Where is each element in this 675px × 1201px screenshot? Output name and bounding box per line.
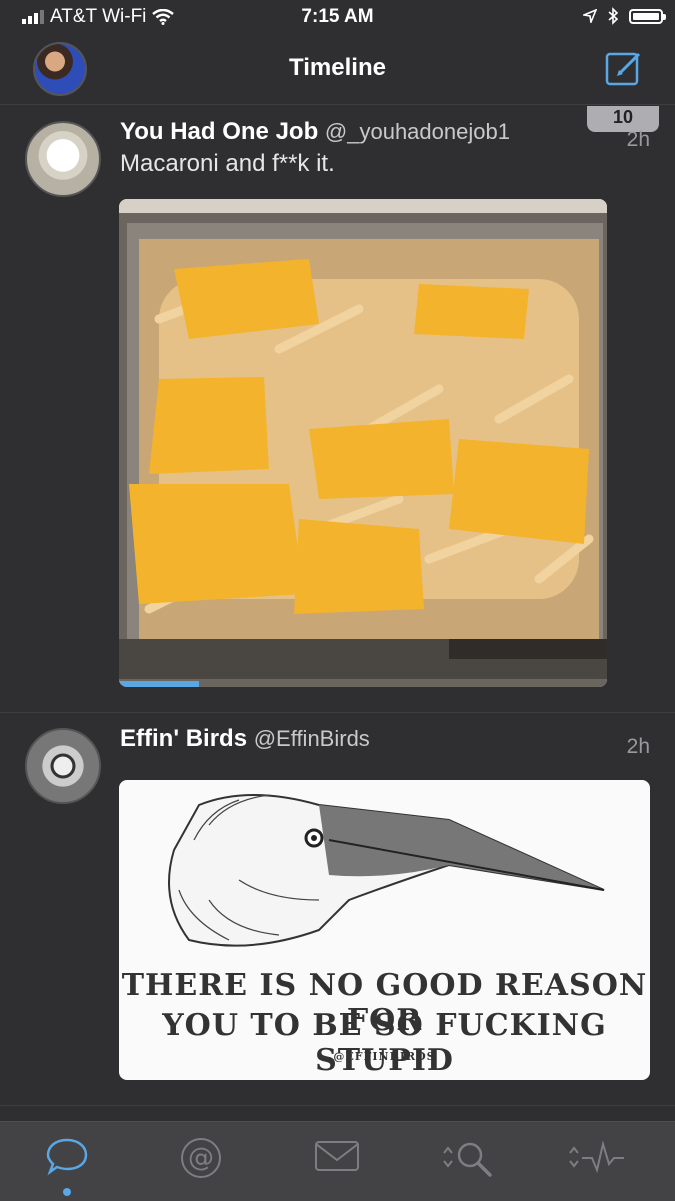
activity-icon <box>569 1140 624 1174</box>
tweet-author-name[interactable]: Effin' Birds <box>120 725 247 752</box>
avatar[interactable] <box>25 728 101 804</box>
at-sign-icon: @ <box>181 1138 221 1178</box>
location-arrow-icon <box>583 9 597 23</box>
image-caption-line: YOU TO BE SO FUCKING STUPID <box>162 1008 607 1078</box>
avatar[interactable] <box>25 121 101 197</box>
page-title: Timeline <box>289 54 386 81</box>
battery-icon <box>629 8 666 24</box>
svg-text:@: @ <box>188 1143 214 1173</box>
tweet[interactable]: 10 You Had One Job @_youhadonejob1 2h Ma… <box>0 106 675 713</box>
tweet-text: Macaroni and f**k it. <box>120 150 335 177</box>
tweet-timestamp: 2h <box>626 735 650 758</box>
tweet-photo[interactable]: THERE IS NO GOOD REASON FOR YOU TO BE SO… <box>119 780 650 1080</box>
image-credit: @EFFINBIRDS <box>333 1050 436 1063</box>
tweet-author-handle[interactable]: @EffinBirds <box>254 726 370 751</box>
nav-bar: Timeline <box>0 36 675 105</box>
bird-illustration <box>168 794 605 947</box>
tweet-author-name[interactable]: You Had One Job <box>120 118 318 145</box>
status-bar: AT&T Wi-Fi 7:15 AM <box>0 0 675 36</box>
tab-messages[interactable] <box>312 1136 362 1182</box>
tweet-photo[interactable] <box>119 199 607 687</box>
active-tab-indicator <box>63 1188 71 1196</box>
tab-timeline[interactable] <box>42 1136 92 1196</box>
clock: 7:15 AM <box>301 6 374 27</box>
tab-activity[interactable] <box>566 1136 624 1182</box>
tweet-timestamp: 2h <box>626 128 650 151</box>
tweet[interactable]: Effin' Birds @EffinBirds 2h THERE IS NO … <box>0 713 675 1106</box>
tab-mentions[interactable]: @ <box>176 1136 226 1182</box>
tweet-author-handle[interactable]: @_youhadonejob1 <box>325 119 510 144</box>
search-icon <box>443 1142 492 1177</box>
envelope-icon <box>315 1141 359 1171</box>
speech-bubble-icon <box>46 1138 88 1176</box>
bluetooth-icon <box>608 7 619 25</box>
pasta-cheese-image <box>119 199 607 687</box>
compose-icon[interactable] <box>605 50 643 88</box>
tab-search[interactable] <box>440 1136 492 1182</box>
tab-bar: @ <box>0 1121 675 1201</box>
